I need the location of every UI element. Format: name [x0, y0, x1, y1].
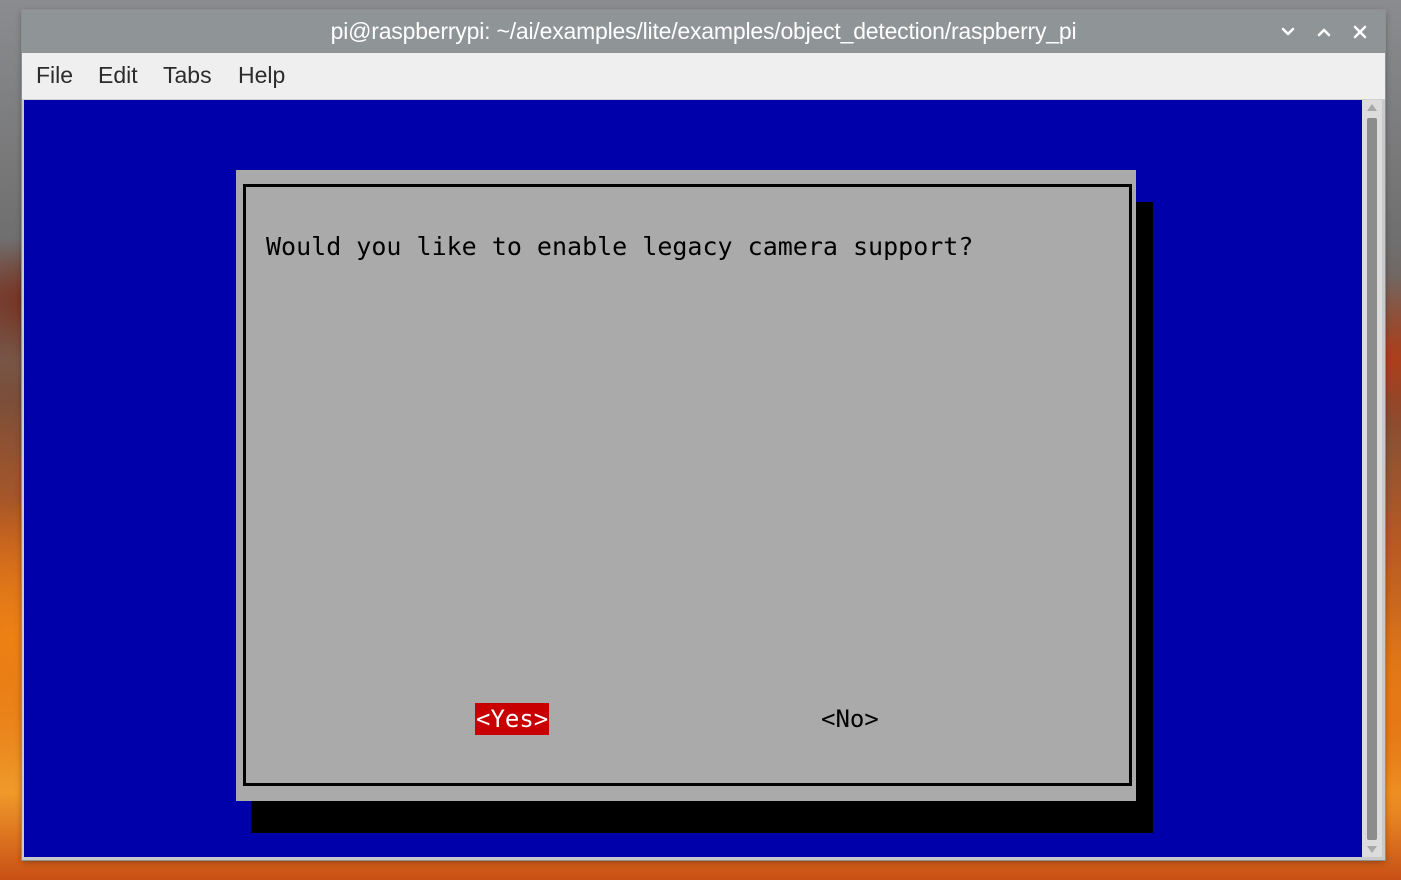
maximize-button[interactable] [1311, 19, 1337, 45]
scroll-down-icon[interactable] [1367, 846, 1377, 853]
scroll-thumb[interactable] [1367, 118, 1377, 840]
dialog-prompt: Would you like to enable legacy camera s… [266, 232, 974, 261]
menu-tabs[interactable]: Tabs [163, 53, 212, 99]
menu-edit[interactable]: Edit [98, 53, 138, 99]
menu-help[interactable]: Help [238, 53, 285, 99]
close-icon [1353, 25, 1367, 39]
scroll-up-icon[interactable] [1367, 104, 1377, 111]
title-bar[interactable]: pi@raspberrypi: ~/ai/examples/lite/examp… [22, 10, 1385, 53]
no-button[interactable]: <No> [821, 703, 879, 735]
chevron-down-icon [1281, 27, 1295, 36]
yes-button[interactable]: <Yes> [475, 703, 550, 735]
window-title: pi@raspberrypi: ~/ai/examples/lite/examp… [330, 18, 1077, 44]
menu-file[interactable]: File [36, 53, 73, 99]
minimize-button[interactable] [1275, 19, 1301, 45]
menu-bar: File Edit Tabs Help [22, 53, 1385, 100]
close-button[interactable] [1347, 19, 1373, 45]
terminal-area[interactable]: Would you like to enable legacy camera s… [24, 100, 1362, 857]
dialog-frame: Would you like to enable legacy camera s… [243, 184, 1132, 786]
chevron-up-icon [1317, 28, 1331, 37]
terminal-window: pi@raspberrypi: ~/ai/examples/lite/examp… [22, 10, 1385, 860]
confirm-dialog: Would you like to enable legacy camera s… [236, 170, 1136, 801]
vertical-scrollbar[interactable] [1362, 100, 1382, 857]
